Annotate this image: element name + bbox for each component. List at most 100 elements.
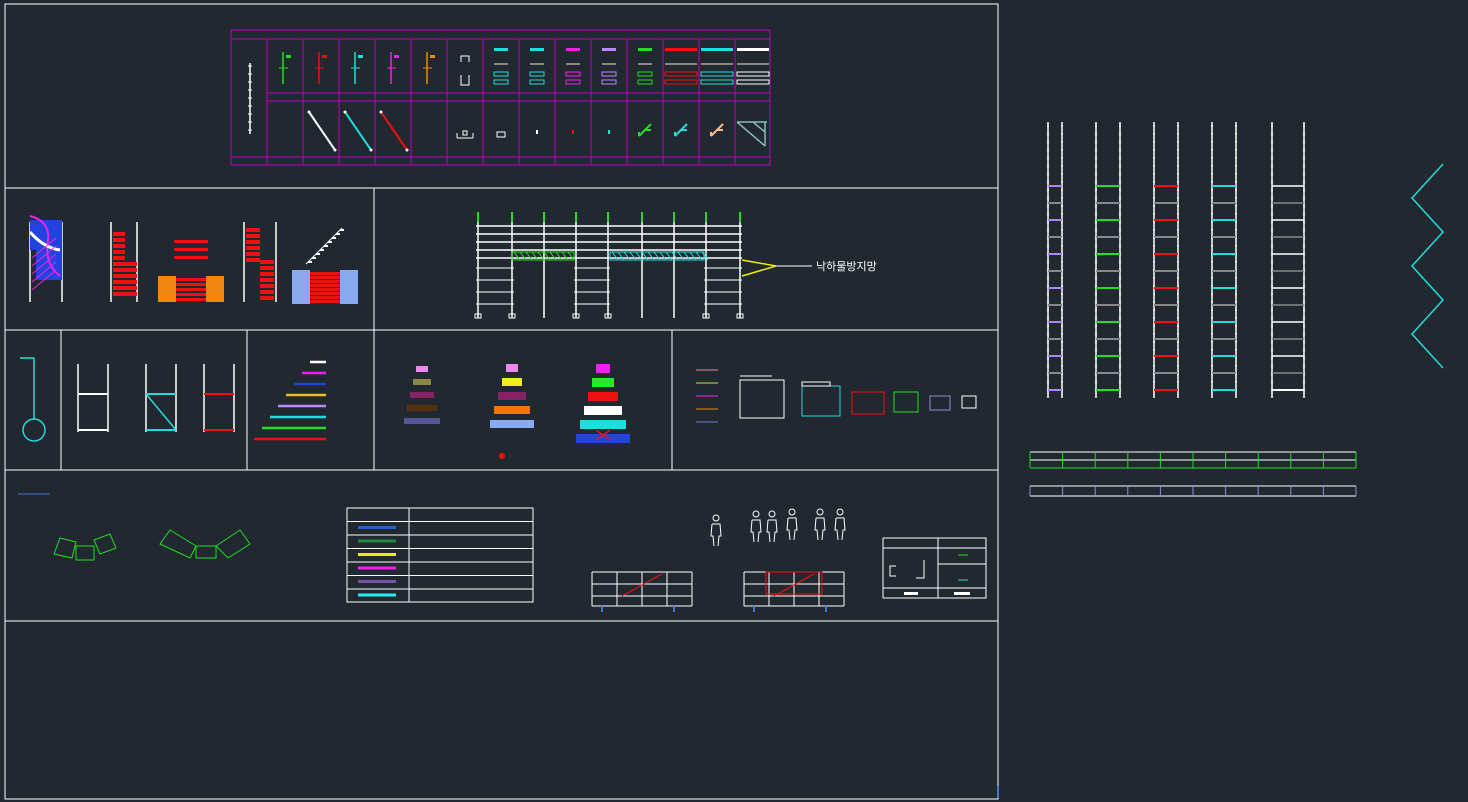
stack-a-bar xyxy=(413,379,431,385)
red-rung xyxy=(260,278,274,282)
plan-box xyxy=(851,391,885,415)
red-rung xyxy=(246,258,260,262)
truss-web xyxy=(647,251,655,261)
blue-block xyxy=(292,270,310,304)
stack-c-bar xyxy=(580,420,626,429)
truss-web xyxy=(677,251,685,261)
red-rung xyxy=(125,280,137,284)
truss-web xyxy=(635,251,643,261)
brace-node xyxy=(369,148,373,152)
plank-icon xyxy=(736,79,770,85)
red-rung xyxy=(310,300,340,303)
truss-web xyxy=(537,251,545,261)
red-rung xyxy=(176,283,206,286)
truss-web xyxy=(617,251,625,261)
plank-icon xyxy=(565,79,581,85)
plank-icon xyxy=(638,63,652,65)
brace-node xyxy=(343,110,347,114)
plank-icon xyxy=(602,48,616,51)
truss-web xyxy=(525,251,533,261)
plank-icon xyxy=(700,79,734,85)
red-rung xyxy=(310,296,340,299)
plank-icon xyxy=(529,79,545,85)
red-rung xyxy=(125,268,137,272)
plank-icon xyxy=(665,63,697,65)
red-rung xyxy=(246,228,260,232)
legend-swatch xyxy=(358,526,396,529)
person-head xyxy=(816,508,824,516)
cyan-hook xyxy=(20,357,35,420)
component-detail-section xyxy=(20,357,977,459)
title-bar xyxy=(954,592,970,595)
title-block xyxy=(882,537,987,599)
diagonal-brace xyxy=(344,111,372,151)
person-head xyxy=(836,508,844,516)
truss-web xyxy=(689,251,697,261)
red-rung xyxy=(113,262,125,266)
plank-icon xyxy=(493,79,509,85)
dim xyxy=(801,381,831,387)
person-head xyxy=(752,510,760,518)
stack-b-bar xyxy=(490,420,534,428)
clamp-icon xyxy=(460,55,470,86)
plank-icon xyxy=(494,63,508,65)
diagonal-brace xyxy=(380,111,408,151)
truss-web xyxy=(519,251,527,261)
bracket-icon xyxy=(710,123,724,137)
brace-node xyxy=(379,110,383,114)
stack-c-bar xyxy=(592,378,614,387)
red-rung xyxy=(113,244,125,248)
cyan-ring xyxy=(22,418,46,442)
stack-a-bar xyxy=(404,418,440,424)
net-outline xyxy=(741,259,777,277)
diagonal-brace xyxy=(308,111,336,151)
plank-icon xyxy=(737,48,769,51)
plank-icon xyxy=(701,48,733,51)
truss-web xyxy=(671,251,679,261)
box-icon xyxy=(496,131,506,138)
legend-swatch xyxy=(358,553,396,556)
component-palette-table xyxy=(230,29,771,166)
red-rung xyxy=(310,292,340,295)
dot-icon xyxy=(536,130,538,134)
safety-net-label: 낙하물방지망 xyxy=(816,259,877,273)
stack-b-bar xyxy=(494,406,530,414)
truss-web xyxy=(629,251,637,261)
red-rung xyxy=(113,292,125,296)
person-body xyxy=(750,519,762,543)
red-rung xyxy=(246,246,260,250)
red-rung xyxy=(260,290,274,294)
red-rung xyxy=(246,240,260,244)
stack-a-bar xyxy=(410,392,434,398)
truss-web xyxy=(549,251,557,261)
plank-icon xyxy=(601,79,617,85)
legend-swatch xyxy=(358,566,396,570)
stack-c-bar xyxy=(596,364,610,373)
red-dot xyxy=(499,453,505,459)
plank-icon xyxy=(637,79,653,85)
plank-icon xyxy=(665,48,697,51)
plank-icon xyxy=(530,48,544,51)
plank-icon xyxy=(566,63,580,65)
plank-icon xyxy=(701,63,733,65)
brace-node xyxy=(307,110,311,114)
red-rung xyxy=(113,238,125,242)
plank-icon xyxy=(566,48,580,51)
stack-b-bar xyxy=(498,392,526,400)
truss-web xyxy=(701,251,709,261)
person-head xyxy=(768,510,776,518)
red-rung xyxy=(310,276,340,279)
orange-block xyxy=(206,276,224,302)
stack-b-bar xyxy=(506,364,518,372)
post-tag xyxy=(286,55,291,58)
truss-web xyxy=(623,251,631,261)
red-rung xyxy=(310,272,340,275)
post-tag xyxy=(430,55,435,58)
plank-icon xyxy=(736,71,770,77)
truss-web xyxy=(683,251,691,261)
legend-swatch xyxy=(358,593,396,597)
plan-box xyxy=(739,379,785,419)
red-rung xyxy=(260,272,274,276)
scaffold-elevation xyxy=(474,212,812,319)
cad-drawing-canvas[interactable]: 낙하물방지망 xyxy=(0,0,1468,802)
